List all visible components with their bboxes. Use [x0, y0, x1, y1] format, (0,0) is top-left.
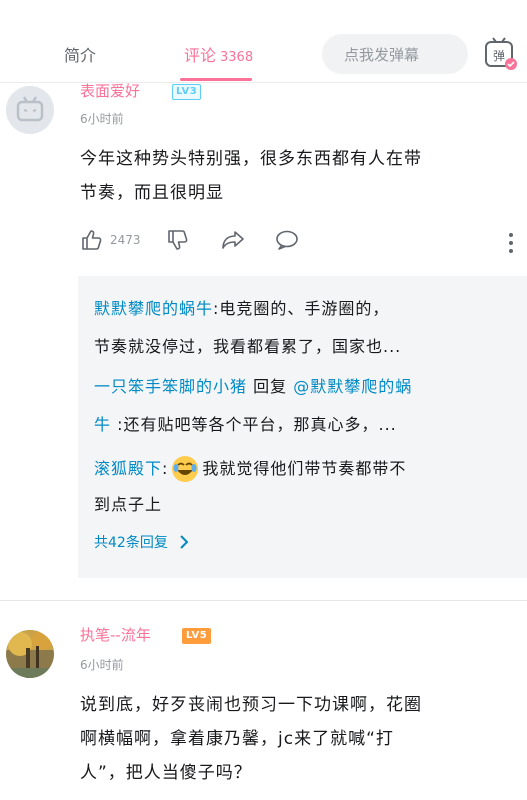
user-avatar-image [6, 630, 54, 678]
avatar[interactable] [6, 86, 54, 134]
reply-username[interactable]: 默默攀爬的蜗牛 [94, 299, 213, 318]
tab-intro[interactable]: 简介 [64, 42, 96, 66]
username[interactable]: 表面爱好 [80, 80, 140, 101]
tab-bar: 简介 评论 3368 点我发弹幕 弹 [0, 28, 527, 83]
reply-text-cont: 到点子上 [94, 495, 163, 514]
thumbs-up-icon [82, 230, 102, 250]
reply-text: :还有贴吧等各个平台，那真心多，... [111, 415, 397, 434]
reply-mid: 回复 [247, 377, 294, 396]
comment-bubble-icon [276, 230, 298, 250]
reply-item: 滚狐殿下: 我就觉得他们带节奏都带不 [94, 454, 406, 484]
thumbs-down-icon [168, 230, 188, 250]
reply-item: 牛 :还有贴吧等各个平台，那真心多，... [94, 410, 397, 440]
laugh-emoji-icon [172, 456, 199, 482]
more-options-button[interactable] [508, 232, 514, 258]
comment-text-line: 今年这种势头特别强，很多东西都有人在带 [80, 149, 422, 169]
comment-count: 3368 [220, 50, 254, 65]
level-badge: LV5 [182, 628, 212, 644]
danmaku-toggle-button[interactable]: 弹 [482, 36, 518, 72]
reply-text: :电竞圈的、手游圈的， [213, 299, 390, 318]
comment-text: 说到底，好歹丧闹也预习一下功课啊，花圈 啊横幅啊，拿着康乃馨，jc来了就喊“打 … [80, 688, 422, 790]
reply-text-cont: 节奏就没停过，我看都看累了，国家也... [94, 337, 402, 356]
reply-username[interactable]: 一只笨手笨脚的小猪 [94, 377, 247, 396]
comment-text-line: 说到底，好歹丧闹也预习一下功课啊，花圈 [80, 695, 422, 715]
reply-text: 我就觉得他们带节奏都带不 [202, 459, 407, 478]
share-button[interactable] [220, 228, 246, 252]
chevron-right-icon [180, 535, 189, 549]
like-count: 2473 [110, 233, 141, 247]
reply-preview-box[interactable]: 默默攀爬的蜗牛:电竞圈的、手游圈的， 节奏就没停过，我看都看累了，国家也... … [78, 276, 527, 578]
like-button[interactable]: 2473 [80, 228, 141, 252]
danmaku-placeholder: 点我发弹幕 [344, 46, 420, 64]
comment-divider [0, 600, 527, 601]
reply-item: 一只笨手笨脚的小猪 回复 @默默攀爬的蜗 [94, 372, 412, 402]
comment-time: 6小时前 [80, 658, 124, 672]
svg-text:弹: 弹 [493, 49, 505, 63]
reply-username[interactable]: 滚狐殿下 [94, 454, 162, 484]
comment-text-line: 人”，把人当傻子吗？ [80, 763, 252, 783]
reply-button[interactable] [274, 228, 300, 252]
reply-target-username-cont[interactable]: 牛 [94, 415, 111, 434]
level-badge: LV3 [172, 84, 202, 100]
reply-target-username[interactable]: @默默攀爬的蜗 [293, 377, 412, 396]
view-all-label: 共42条回复 [94, 535, 168, 551]
danmaku-input[interactable]: 点我发弹幕 [322, 34, 468, 74]
reply-item: 默默攀爬的蜗牛:电竞圈的、手游圈的， [94, 294, 519, 324]
active-tab-indicator [180, 78, 252, 81]
comment-text: 今年这种势头特别强，很多东西都有人在带 节奏，而且很明显 [80, 142, 422, 210]
comment-text-line: 啊横幅啊，拿着康乃馨，jc来了就喊“打 [80, 729, 394, 749]
tab-comments[interactable]: 评论 3368 [184, 42, 253, 66]
avatar[interactable] [6, 630, 54, 678]
more-vertical-icon [509, 233, 513, 253]
comment-time: 6小时前 [80, 112, 124, 126]
danmaku-icon: 弹 [485, 37, 517, 70]
view-all-replies-link[interactable]: 共42条回复 [94, 532, 192, 552]
comment-text-line: 节奏，而且很明显 [80, 183, 224, 203]
default-avatar-icon [6, 86, 54, 134]
share-icon [222, 231, 244, 249]
tab-comments-label: 评论 [184, 46, 217, 65]
dislike-button[interactable] [166, 228, 190, 252]
comment-actions: 2473 [80, 228, 520, 258]
username[interactable]: 执笔--流年 [80, 624, 151, 645]
